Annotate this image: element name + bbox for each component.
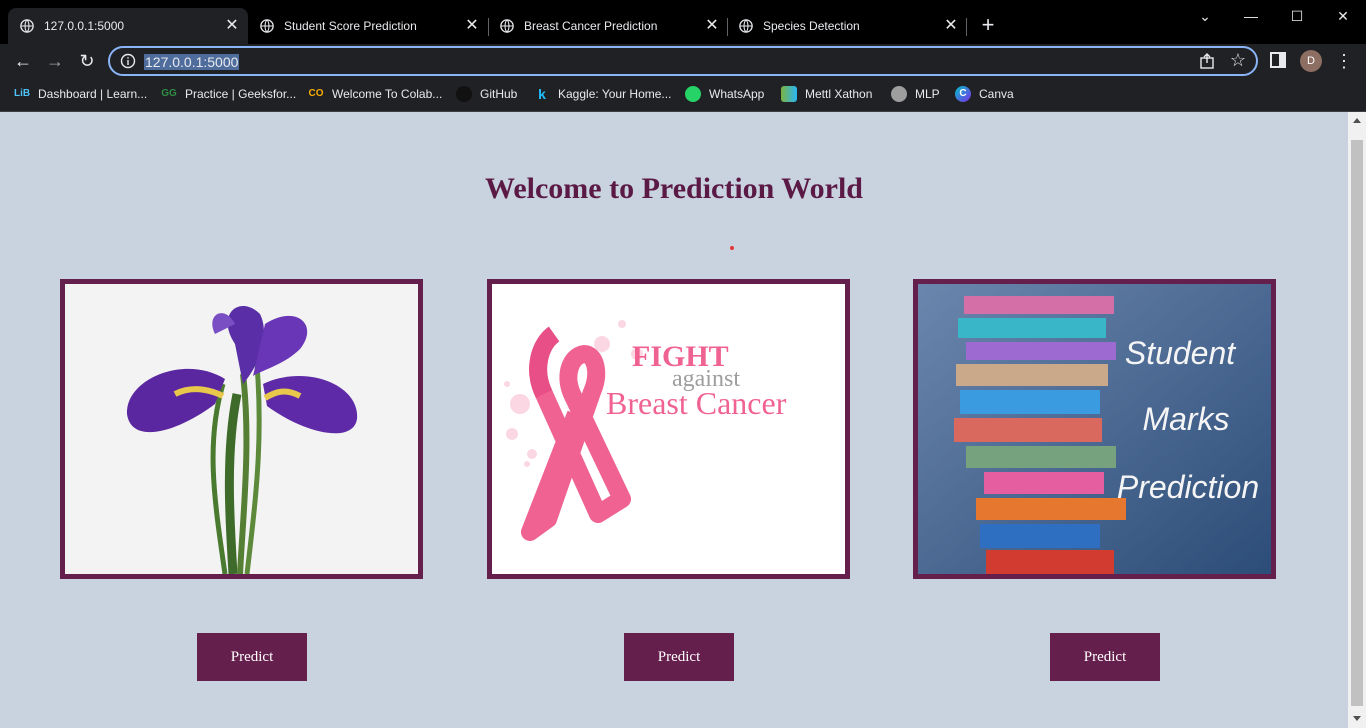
books-text-marks: Marks — [1142, 401, 1229, 437]
breast-cancer-card-image: FIGHT against Breast Cancer — [487, 279, 850, 579]
forward-button[interactable]: → — [42, 48, 68, 74]
globe-icon — [20, 19, 34, 33]
bookmark-github[interactable]: GitHub — [456, 84, 517, 104]
kebab-menu-icon[interactable]: ⋮ — [1334, 49, 1354, 73]
bookmark-label: WhatsApp — [709, 87, 765, 101]
colab-icon: CO — [308, 88, 324, 99]
info-icon[interactable] — [120, 53, 136, 69]
back-button[interactable]: ← — [10, 48, 36, 74]
bookmark-kaggle[interactable]: k Kaggle: Your Home... — [534, 84, 671, 104]
bookmark-label: Canva — [979, 87, 1014, 101]
mlp-icon — [891, 86, 907, 102]
bookmark-star-icon[interactable]: ☆ — [1230, 50, 1246, 70]
url-text[interactable]: 127.0.0.1:5000 — [144, 54, 240, 70]
github-icon — [456, 86, 472, 102]
page-content: Welcome to Prediction World FIGHT agains… — [0, 112, 1348, 728]
bookmark-label: Kaggle: Your Home... — [558, 87, 672, 101]
bookmark-whatsapp[interactable]: WhatsApp — [685, 84, 764, 104]
bookmark-canva[interactable]: C Canva — [955, 84, 1014, 104]
iris-flower-image — [65, 284, 418, 574]
tab-title: Student Score Prediction — [284, 19, 417, 33]
reload-button[interactable]: ↻ — [74, 48, 100, 74]
tab-title: Breast Cancer Prediction — [524, 19, 658, 33]
window-close-button[interactable]: ✕ — [1320, 4, 1366, 28]
tab-strip: 127.0.0.1:5000 ✕ Student Score Predictio… — [0, 0, 1366, 44]
bookmark-label: GitHub — [480, 87, 518, 101]
globe-icon — [260, 19, 274, 33]
books-text-prediction: Prediction — [1117, 469, 1259, 505]
address-bar[interactable]: 127.0.0.1:5000 ☆ — [108, 46, 1258, 76]
student-marks-card-image: Student Marks Prediction — [913, 279, 1276, 579]
tab-breast-cancer[interactable]: Breast Cancer Prediction ✕ — [488, 8, 728, 44]
close-icon[interactable]: ✕ — [462, 16, 482, 36]
bookmark-mlp[interactable]: MLP — [891, 84, 940, 104]
tab-student-score[interactable]: Student Score Prediction ✕ — [248, 8, 488, 44]
new-tab-button[interactable]: + — [976, 14, 1000, 38]
maximize-button[interactable]: ☐ — [1274, 4, 1320, 28]
browser-chrome: 127.0.0.1:5000 ✕ Student Score Predictio… — [0, 0, 1366, 112]
close-icon[interactable]: ✕ — [222, 16, 242, 36]
ribbon-text-breast-cancer: Breast Cancer — [606, 385, 787, 421]
scroll-up-arrow-icon[interactable] — [1353, 118, 1361, 123]
tab-localhost[interactable]: 127.0.0.1:5000 ✕ — [8, 8, 248, 44]
globe-icon — [739, 19, 753, 33]
bookmark-colab[interactable]: CO Welcome To Colab... — [308, 84, 443, 104]
tab-search-chevron-icon[interactable]: ⌄ — [1182, 4, 1228, 28]
profile-avatar[interactable]: D — [1300, 50, 1322, 72]
canva-icon: C — [955, 86, 971, 102]
iris-predict-button[interactable]: Predict — [197, 633, 307, 681]
iris-card-image — [60, 279, 423, 579]
lib-icon: LiB — [14, 88, 31, 99]
bookmark-dashboard[interactable]: LiB Dashboard | Learn... — [14, 84, 147, 104]
close-icon[interactable]: ✕ — [702, 16, 722, 36]
red-dot — [730, 246, 734, 250]
share-icon[interactable] — [1198, 52, 1216, 70]
tab-title: Species Detection — [763, 19, 860, 33]
whatsapp-icon — [685, 86, 701, 102]
close-icon[interactable]: ✕ — [941, 16, 961, 36]
page-scrollbar[interactable] — [1348, 112, 1366, 728]
tab-title: 127.0.0.1:5000 — [44, 19, 125, 33]
bookmark-label: Mettl Xathon — [805, 87, 873, 101]
student-books-image: Student Marks Prediction — [918, 284, 1271, 574]
mettl-icon — [781, 86, 797, 102]
globe-icon — [500, 19, 514, 33]
breast-cancer-ribbon-image: FIGHT against Breast Cancer — [492, 284, 845, 574]
kaggle-icon: k — [538, 86, 546, 102]
breast-cancer-predict-button[interactable]: Predict — [624, 633, 734, 681]
toolbar: ← → ↻ 127.0.0.1:5000 ☆ D ⋮ — [0, 44, 1366, 78]
scroll-down-arrow-icon[interactable] — [1353, 716, 1361, 721]
bookmark-label: Dashboard | Learn... — [38, 87, 148, 101]
bookmark-mettl-xathon[interactable]: Mettl Xathon — [781, 84, 872, 104]
tab-separator — [966, 18, 967, 36]
bookmarks-bar: LiB Dashboard | Learn... GG Practice | G… — [0, 80, 1366, 106]
geeksforgeeks-icon: GG — [161, 88, 177, 99]
bookmark-label: MLP — [915, 87, 940, 101]
minimize-button[interactable]: — — [1228, 4, 1274, 28]
bookmark-label: Practice | Geeksfor... — [185, 87, 297, 101]
bookmark-geeksforgeeks[interactable]: GG Practice | Geeksfor... — [161, 84, 296, 104]
student-marks-predict-button[interactable]: Predict — [1050, 633, 1160, 681]
bookmark-label: Welcome To Colab... — [332, 87, 443, 101]
scrollbar-thumb[interactable] — [1351, 140, 1363, 706]
tab-species-detection[interactable]: Species Detection ✕ — [727, 8, 967, 44]
side-panel-icon[interactable] — [1270, 52, 1286, 68]
books-text-student: Student — [1125, 335, 1236, 371]
page-title: Welcome to Prediction World — [484, 172, 863, 205]
